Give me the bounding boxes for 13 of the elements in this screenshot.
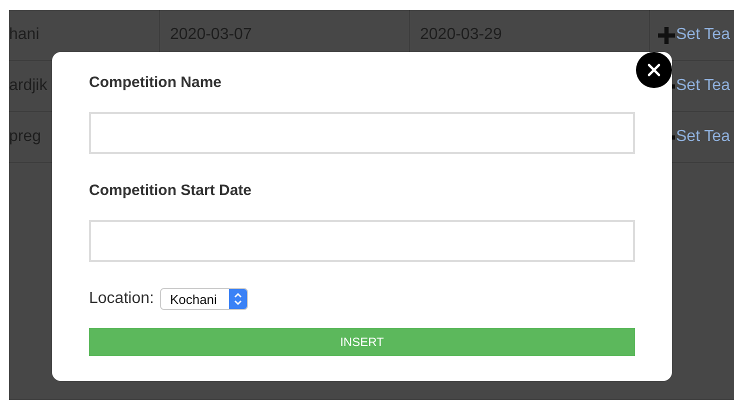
location-label: Location: [89, 290, 154, 308]
input-field[interactable] [89, 220, 635, 262]
field-label: Competition Name [89, 74, 223, 92]
close-icon [647, 63, 661, 77]
field-label: Competition Start Date [89, 182, 253, 200]
input-field[interactable] [89, 112, 635, 154]
chevron-icon [232, 292, 243, 306]
location-select[interactable]: Kochani [160, 288, 248, 310]
set-team-link[interactable]: Set Tea [676, 128, 730, 146]
insert-button[interactable]: INSERT [89, 328, 635, 356]
plus-icon [658, 26, 675, 44]
set-team-link[interactable]: Set Tea [676, 26, 730, 44]
set-team-link[interactable]: Set Tea [676, 77, 730, 95]
